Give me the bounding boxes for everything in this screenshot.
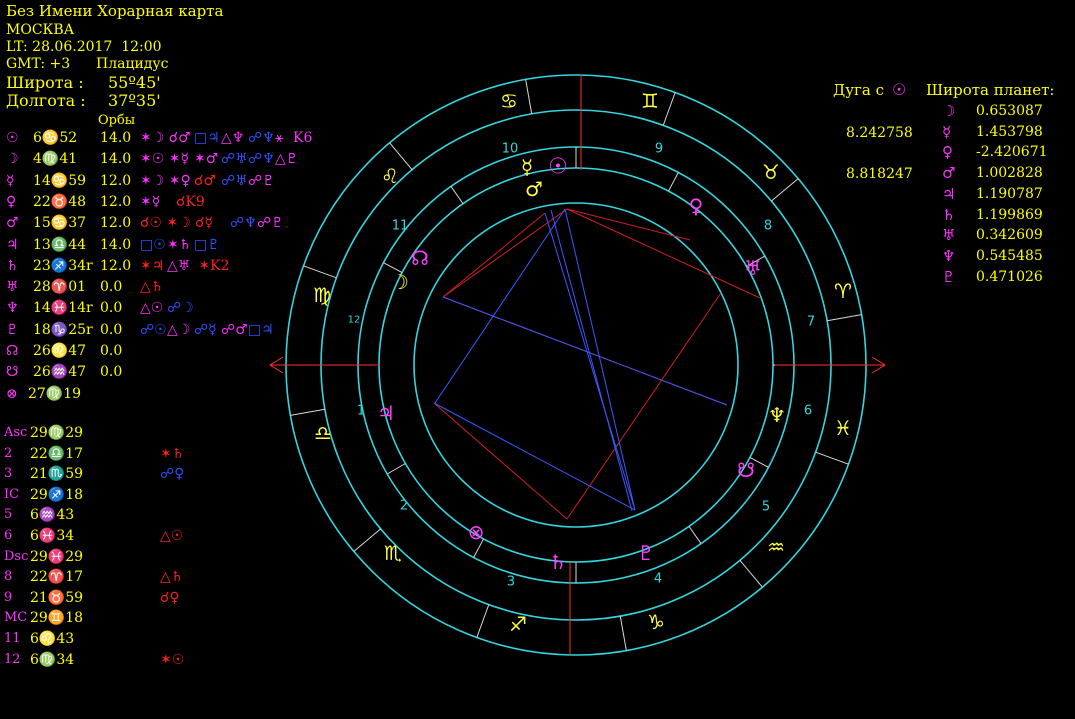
house-cusp-tick — [450, 186, 464, 204]
jupiter-icon: ♃ — [377, 401, 395, 425]
house-number: 5 — [762, 500, 770, 515]
house-ring — [357, 146, 795, 584]
aspect-line — [433, 402, 636, 511]
planet-ring — [378, 167, 774, 563]
house-number: 6 — [804, 404, 812, 419]
zodiac-divider — [476, 604, 490, 638]
south-node-icon: ☋ — [737, 458, 755, 482]
taurus-sign-icon: ♉ — [762, 160, 780, 184]
aspect-line — [550, 209, 633, 512]
venus-icon: ♀ — [689, 194, 704, 218]
saturn-icon: ♄ — [549, 550, 567, 574]
sagittarius-sign-icon: ♐ — [509, 612, 527, 636]
aspect-line — [566, 208, 761, 299]
virgo-sign-icon: ♍ — [313, 283, 331, 307]
house-cusp-tick — [668, 172, 679, 192]
part-of-fortune-icon: ⊗ — [468, 520, 485, 544]
zodiac-divider — [525, 79, 533, 114]
aspect-line — [566, 292, 722, 520]
aquarius-sign-icon: ♒ — [767, 535, 785, 559]
aspect-line — [544, 212, 636, 511]
house-number: 8 — [764, 219, 772, 234]
zodiac-divider — [619, 616, 627, 651]
house-cusp-tick — [386, 463, 406, 475]
aspect-line — [442, 296, 728, 406]
aspect-line — [433, 402, 568, 520]
mercury-icon: ☿ — [521, 155, 533, 179]
house-number: 7 — [807, 315, 815, 330]
house-number: 1 — [357, 404, 365, 419]
zodiac-divider — [303, 265, 337, 279]
north-node-icon: ☊ — [411, 246, 429, 270]
cancer-sign-icon: ♋ — [500, 89, 518, 113]
capricorn-sign-icon: ♑ — [647, 610, 665, 634]
house-number: 9 — [655, 142, 663, 157]
zodiac-divider — [739, 560, 763, 588]
scorpio-sign-icon: ♏ — [384, 541, 402, 565]
house-number: 11 — [392, 219, 409, 234]
aspect-line — [434, 208, 566, 404]
zodiac-divider — [353, 528, 381, 552]
pisces-sign-icon: ♓ — [834, 416, 852, 440]
house-number: 3 — [507, 575, 515, 590]
moon-icon: ☽ — [391, 270, 409, 294]
uranus-icon: ♅ — [744, 256, 762, 280]
chart-wheel: ♈♉♊♋♌♍♎♏♐ ♑♒♓123 456789101112☉☽☿♀♂♃♄♅♆♇☊☋⊗ — [269, 74, 886, 656]
gemini-sign-icon: ♊ — [641, 89, 659, 113]
house-number: 10 — [502, 142, 519, 157]
zodiac-divider — [290, 408, 325, 416]
pluto-icon: ♇ — [637, 541, 655, 565]
house-cusp-tick — [688, 526, 702, 544]
aspect-line — [442, 208, 568, 298]
house-number: 4 — [654, 572, 662, 587]
mars-icon: ♂ — [525, 177, 543, 201]
zodiac-divider — [827, 314, 862, 322]
aspect-line — [564, 208, 636, 511]
aspect-line — [566, 208, 691, 241]
leo-sign-icon: ♌ — [381, 164, 399, 188]
house-number: 2 — [400, 499, 408, 514]
neptune-icon: ♆ — [768, 403, 786, 427]
libra-sign-icon: ♎ — [314, 421, 332, 445]
aries-sign-icon: ♈ — [834, 279, 852, 303]
zodiac-divider — [662, 92, 676, 126]
zodiac-divider — [815, 451, 849, 465]
house-number: 12 — [348, 315, 361, 326]
sun-icon: ☉ — [548, 155, 568, 180]
